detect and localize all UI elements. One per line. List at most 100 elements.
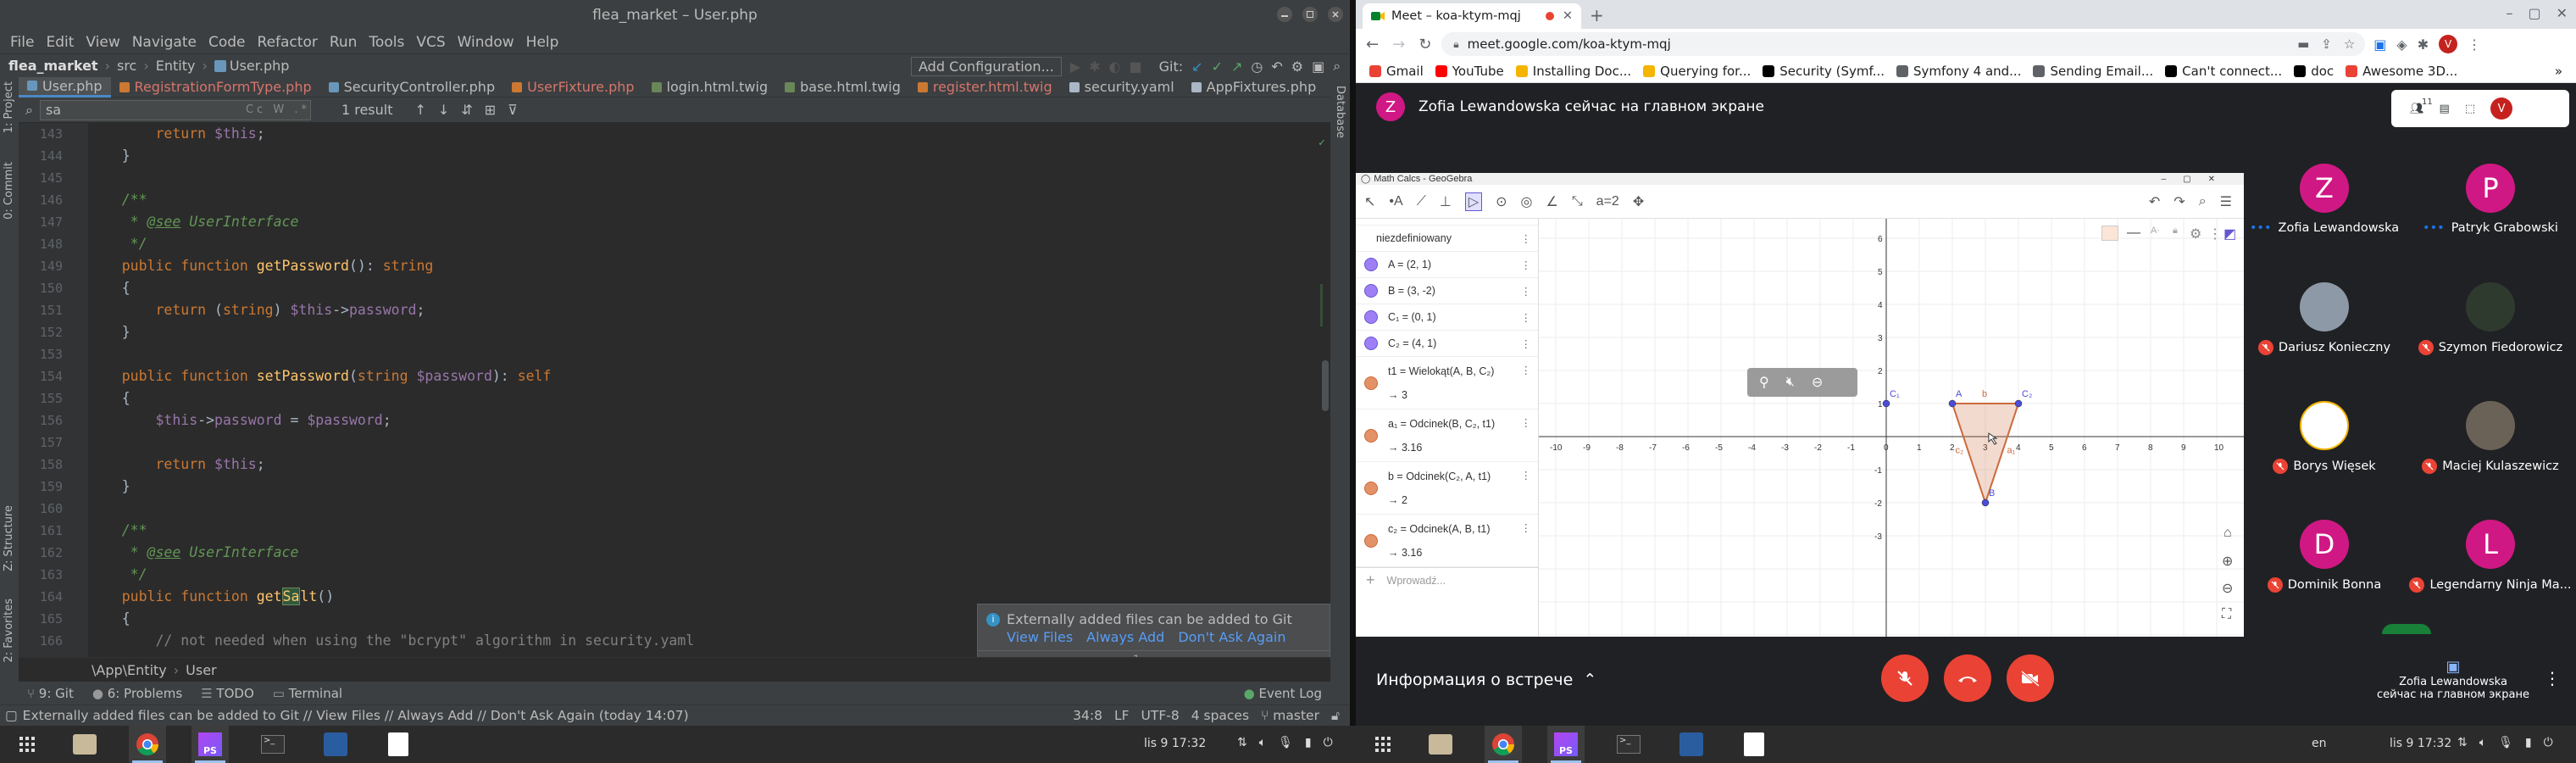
more-bookmarks-icon[interactable]: »	[2555, 64, 2562, 79]
find-options-icon[interactable]: ⇵	[461, 102, 472, 118]
label-style-icon[interactable]: A·	[2151, 226, 2160, 236]
menu-navigate[interactable]: Navigate	[132, 34, 197, 51]
database-tool-tab[interactable]: Database	[1334, 86, 1346, 138]
redo-icon[interactable]: ↷	[2174, 193, 2185, 210]
menu-edit[interactable]: Edit	[46, 34, 74, 51]
app-grid-icon[interactable]	[8, 726, 46, 763]
slider-tool-icon[interactable]: a=2	[1596, 194, 1619, 209]
remote-app-icon[interactable]	[1673, 726, 1710, 763]
editor-tab[interactable]: register.html.twig	[909, 77, 1061, 97]
minimize-icon[interactable]	[1277, 7, 1292, 22]
coverage-icon[interactable]: ◐	[1109, 58, 1121, 75]
view-files-link[interactable]: View Files	[1007, 629, 1073, 645]
keyboard-layout[interactable]: en	[2312, 737, 2327, 750]
item-menu-icon[interactable]: ⋮	[1521, 469, 1532, 482]
status-message[interactable]: Externally added files can be added to G…	[23, 708, 689, 723]
select-all-occurrences-icon[interactable]: ⊞	[485, 102, 496, 118]
bookmark-item[interactable]: doc	[2294, 64, 2334, 79]
power-icon[interactable]: ⏻	[2544, 736, 2553, 749]
chrome-app-icon[interactable]	[129, 726, 166, 763]
always-add-link[interactable]: Always Add	[1086, 629, 1164, 645]
visibility-toggle-icon[interactable]	[1364, 376, 1378, 390]
add-configuration-button[interactable]: Add Configuration...	[911, 56, 1062, 76]
editor-tab[interactable]: login.html.twig	[643, 77, 777, 97]
chrome-app-icon[interactable]	[1485, 726, 1522, 763]
file-encoding[interactable]: UTF-8	[1141, 708, 1180, 723]
menu-run[interactable]: Run	[330, 34, 358, 51]
geogebra-search-icon[interactable]: ⌕	[2199, 194, 2207, 209]
namespace-crumb[interactable]: \App\Entity	[92, 662, 167, 678]
code-editor[interactable]: return $this; } /** * @see UserInterface…	[88, 123, 1330, 657]
profile-avatar[interactable]: V	[2439, 35, 2458, 53]
participant-tile[interactable]: L Legendarny Ninja Ma...	[2407, 520, 2573, 638]
translate-extension-icon[interactable]: ▣	[2373, 36, 2386, 53]
ellipse-tool-icon[interactable]: ◎	[1521, 193, 1533, 210]
line-tool-icon[interactable]: ⟋	[1417, 194, 1426, 209]
participant-tile[interactable]: Borys Więsek	[2241, 401, 2407, 520]
pin-icon[interactable]: ⚲	[1759, 374, 1769, 391]
text-editor-app-icon[interactable]	[380, 726, 417, 763]
zoom-out-icon[interactable]: ⊖	[2222, 580, 2233, 597]
lock-icon[interactable]: 🔒︎	[2173, 226, 2178, 237]
fullscreen-icon[interactable]: ⛶	[2222, 607, 2231, 622]
editor-tab[interactable]: SecurityController.php	[320, 77, 503, 97]
battery-icon[interactable]: ▮	[1305, 736, 1312, 749]
breadcrumb-project[interactable]: flea_market	[8, 58, 98, 74]
dont-ask-again-link[interactable]: Don't Ask Again	[1178, 629, 1285, 645]
lock-icon[interactable]: 🔓︎	[1331, 708, 1340, 724]
move-graphics-tool-icon[interactable]: ✥	[1633, 193, 1644, 210]
editor-scrollbar[interactable]	[1322, 360, 1329, 411]
close-icon[interactable]: ✕	[2557, 5, 2568, 21]
algebra-item[interactable]: c₂ = Odcinek(A, B, t1) → 3.16 ⋮	[1356, 515, 1538, 567]
status-bar-toggle-icon[interactable]: ▢	[5, 708, 18, 723]
participant-tile[interactable]: Dariusz Konieczny	[2241, 282, 2407, 401]
algebra-item[interactable]: C₁ = (0, 1) ⋮	[1356, 304, 1538, 331]
git-tool-button[interactable]: ⑂ 9: Git	[27, 686, 74, 701]
phpstorm-app-icon[interactable]: PS	[1547, 726, 1585, 763]
editor-tab[interactable]: security.yaml	[1061, 77, 1183, 97]
participant-tile[interactable]: D Dominik Bonna	[2241, 520, 2407, 638]
git-history-icon[interactable]: ◷	[1251, 58, 1263, 75]
bookmark-item[interactable]: Installing Doc...	[1515, 64, 1631, 79]
algebra-input-row[interactable]: + Wprowadź...	[1356, 567, 1538, 593]
style-bar-toggle-icon[interactable]: ◩	[2223, 226, 2236, 242]
menu-help[interactable]: Help	[526, 34, 559, 51]
home-view-icon[interactable]: ⌂	[2223, 526, 2232, 541]
structure-tool-tab[interactable]: Z: Structure	[3, 505, 15, 571]
todo-tool-button[interactable]: ☰ TODO	[201, 686, 254, 701]
menu-view[interactable]: View	[86, 34, 119, 51]
commit-tool-tab[interactable]: 0: Commit	[3, 162, 15, 220]
participant-tile[interactable]: Szymon Fiedorowicz	[2407, 282, 2573, 401]
bookmark-item[interactable]: Symfony 4 and...	[1896, 64, 2021, 79]
camera-in-use-icon[interactable]: ▬	[2297, 36, 2309, 52]
editor-tab[interactable]: base.html.twig	[776, 77, 909, 97]
visibility-toggle-icon[interactable]	[1364, 310, 1378, 324]
find-input[interactable]: sa Cc W .*	[39, 99, 311, 120]
settings-icon[interactable]: ⚙	[1291, 58, 1303, 75]
line-style-icon[interactable]: —	[2127, 226, 2140, 241]
minimize-icon[interactable]: –	[2506, 5, 2512, 21]
algebra-item[interactable]: t1 = Wielokąt(A, B, C₂) → 3 ⋮	[1356, 357, 1538, 409]
move-tool-icon[interactable]: ↖	[1364, 193, 1375, 210]
share-icon[interactable]: ⇪	[2321, 36, 2332, 52]
reload-icon[interactable]: ↻	[1418, 36, 1431, 53]
maximize-icon[interactable]: ▢	[2528, 5, 2540, 21]
self-avatar[interactable]: V	[2490, 97, 2513, 120]
undo-icon[interactable]: ↶	[2149, 193, 2160, 210]
network-icon[interactable]: ⇅	[1237, 736, 1247, 749]
debug-icon[interactable]: ✱	[1089, 58, 1100, 75]
menu-vcs[interactable]: VCS	[416, 34, 445, 51]
terminal-app-icon[interactable]: >_	[254, 726, 291, 763]
item-menu-icon[interactable]: ⋮	[1521, 337, 1532, 350]
reflect-tool-icon[interactable]: ⤡	[1572, 194, 1583, 209]
microphone-icon[interactable]: 🎙︎	[1278, 736, 1293, 749]
class-crumb[interactable]: User	[186, 662, 216, 678]
graphics-view[interactable]: -10 -9 -8 -7 -6 -5 -4 -3 -2 -1 0 1 2 3 4 5 6 7 8 9 10 6 5 4 3 2 1-…	[1539, 219, 2244, 637]
previous-occurrence-icon[interactable]: ↑	[415, 102, 426, 118]
item-menu-icon[interactable]: ⋮	[1521, 311, 1532, 324]
close-icon[interactable]	[1328, 7, 1343, 22]
algebra-item[interactable]: niezdefiniowany ⋮	[1356, 226, 1538, 252]
circle-tool-icon[interactable]: ⊙	[1496, 193, 1507, 210]
forward-icon[interactable]: →	[1392, 36, 1405, 53]
color-swatch[interactable]	[2101, 226, 2118, 241]
